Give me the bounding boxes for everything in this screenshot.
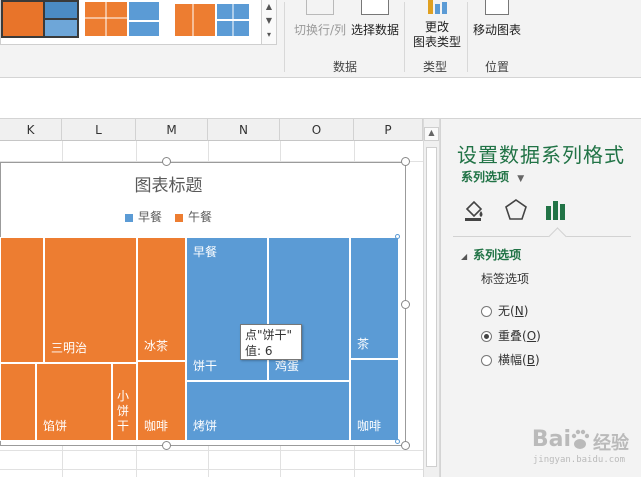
legend-swatch [125, 213, 133, 222]
gallery-up-icon[interactable]: ▲ [262, 0, 276, 14]
treemap-tile[interactable] [0, 363, 36, 441]
label-options-heading: 标签选项 [481, 272, 530, 286]
switch-row-col-icon [306, 0, 334, 15]
change-chart-type-button[interactable]: 更改 图表类型 [407, 0, 467, 50]
select-data-button[interactable]: 选择数据 [349, 0, 401, 38]
treemap-tile-toast[interactable]: 烤饼 [186, 381, 350, 441]
treemap-tile-coffee-breakfast[interactable]: 咖啡 [350, 359, 399, 441]
radio-button[interactable] [481, 355, 492, 366]
section-series-options[interactable]: ◢ 系列选项 [461, 246, 521, 263]
pane-title: 设置数据系列格式 [457, 143, 625, 167]
chart-resize-handle[interactable] [401, 157, 410, 166]
column-header-k[interactable]: K [0, 119, 62, 141]
treemap-tile-coffee-lunch[interactable]: 咖啡 [137, 361, 186, 441]
radio-button-selected[interactable] [481, 331, 492, 342]
ribbon-separator [467, 2, 468, 72]
baidu-watermark: Bai 经验 jingyan.baidu.com [473, 421, 633, 471]
ribbon-separator [284, 2, 285, 72]
treemap-tile-small-biscuit[interactable]: 小饼干 [112, 363, 137, 441]
gridline [0, 469, 423, 470]
data-point-tooltip: 点"饼干" 值: 6 [240, 324, 302, 360]
legend-swatch [175, 213, 183, 222]
column-header-n[interactable]: N [208, 119, 280, 141]
treemap-tile-ice-tea[interactable]: 冰茶 [137, 237, 186, 361]
move-chart-button[interactable]: 移动图表 [470, 0, 524, 38]
fill-line-icon[interactable] [461, 197, 487, 223]
chart-type-icon [424, 0, 450, 14]
switch-row-col-button[interactable]: 切换行/列 [289, 0, 351, 38]
chart-resize-handle[interactable] [401, 441, 410, 450]
pane-divider [453, 236, 631, 237]
chart-resize-handle[interactable] [162, 441, 171, 450]
group-label-data: 数据 [332, 60, 357, 74]
group-label-type: 类型 [422, 60, 447, 74]
select-data-icon [361, 0, 389, 15]
treemap-tile-sandwich[interactable]: 三明治 [44, 237, 137, 363]
series-options-bar-icon[interactable] [543, 197, 569, 223]
treemap-tile-tea[interactable]: 茶 [350, 237, 399, 359]
gridline [0, 450, 423, 451]
gallery-scroll: ▲ ▼ ▾ [261, 0, 276, 44]
series-selection-handle[interactable] [395, 234, 400, 239]
legend-item-breakfast[interactable]: 早餐 [125, 208, 162, 225]
chart-style-thumb-2[interactable] [83, 0, 161, 38]
ribbon: ▲ ▼ ▾ 切换行/列 选择数据 更改 图表类型 移动图表 数据 类型 位置 [0, 0, 641, 78]
radio-none[interactable]: 无(N) [481, 302, 528, 319]
column-header-l[interactable]: L [62, 119, 136, 141]
chart-style-thumb-1[interactable] [1, 0, 79, 38]
scroll-up-icon[interactable]: ▲ [424, 127, 439, 141]
ribbon-separator [404, 2, 405, 72]
group-label-location: 位置 [484, 60, 509, 74]
chart-resize-handle[interactable] [401, 300, 410, 309]
radio-banner[interactable]: 横幅(B) [481, 351, 540, 368]
treemap-tile-pie[interactable]: 馅饼 [36, 363, 112, 441]
column-header-p[interactable]: P [354, 119, 423, 141]
chart-styles-gallery: ▲ ▼ ▾ [0, 0, 277, 45]
formula-bar-area [0, 78, 641, 119]
chart-title[interactable]: 图表标题 [1, 171, 336, 196]
chart-style-thumb-3[interactable] [173, 0, 251, 38]
watermark-cn: 经验 [593, 433, 629, 454]
scrollbar-thumb[interactable] [426, 147, 437, 467]
treemap-tile[interactable] [0, 237, 44, 363]
column-header-m[interactable]: M [136, 119, 208, 141]
series-options-dropdown[interactable]: 系列选项 ▼ [461, 168, 524, 185]
radio-overlapping[interactable]: 重叠(O) [481, 327, 541, 344]
vertical-scrollbar[interactable]: ▲ [423, 119, 440, 477]
move-chart-icon [485, 0, 509, 15]
legend-item-lunch[interactable]: 午餐 [175, 208, 212, 225]
effects-pentagon-icon[interactable] [503, 197, 529, 223]
dropdown-triangle-icon: ▼ [517, 174, 525, 184]
column-header-o[interactable]: O [280, 119, 354, 141]
watermark-brand: Bai [531, 427, 571, 452]
treemap-chart[interactable]: 图表标题 早餐 午餐 三明治 冰茶 馅饼 小饼干 咖啡 早餐 饼干 鸡蛋 茶 烤… [0, 162, 406, 446]
radio-button[interactable] [481, 306, 492, 317]
paw-logo-icon [571, 429, 590, 451]
watermark-url: jingyan.baidu.com [532, 455, 625, 465]
chart-resize-handle[interactable] [162, 157, 171, 166]
collapse-triangle-icon: ◢ [461, 252, 468, 261]
gallery-more-icon[interactable]: ▾ [262, 28, 276, 42]
series-selection-handle[interactable] [395, 439, 400, 444]
gallery-down-icon[interactable]: ▼ [262, 14, 276, 28]
